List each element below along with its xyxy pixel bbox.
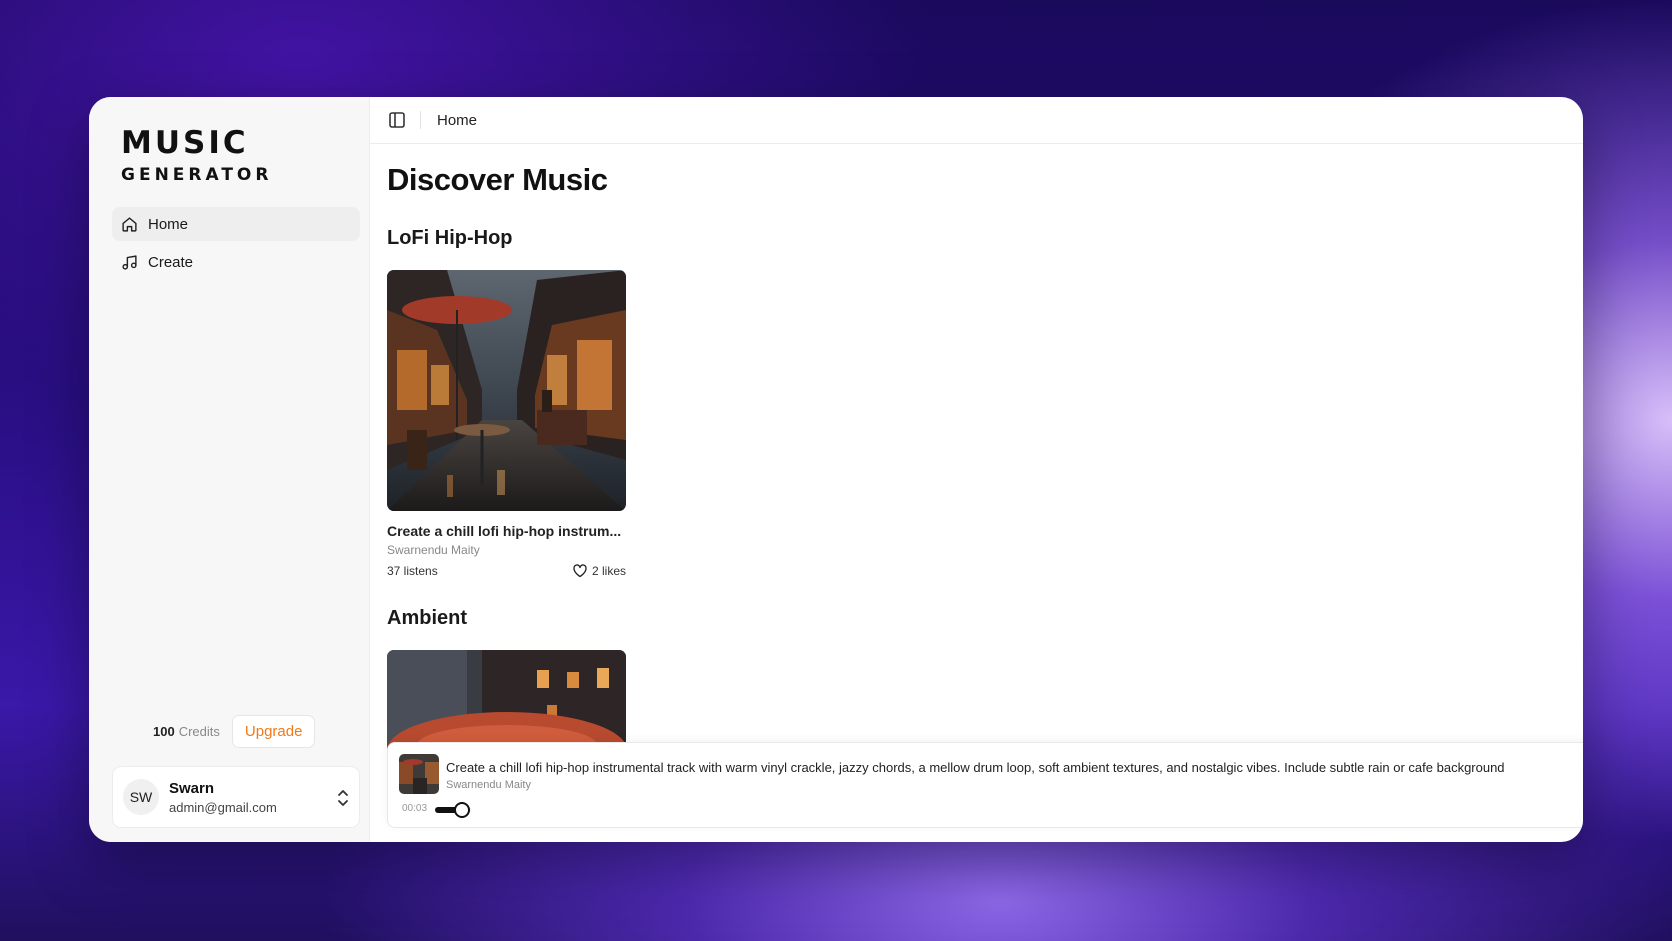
player-current-time: 00:03	[402, 803, 428, 814]
main-content: Home Discover Music LoFi Hip-Hop Create …	[370, 97, 1583, 842]
track-artist: Swarnendu Maity	[387, 543, 480, 557]
breadcrumb: Home	[437, 111, 478, 129]
sidebar-item-create[interactable]: Create	[112, 245, 360, 279]
credits-value: 100	[153, 724, 175, 739]
track-cover-image[interactable]	[387, 270, 626, 511]
sidebar-item-label: Home	[148, 215, 189, 233]
track-meta: 37 listens 2 likes	[387, 563, 626, 578]
credits-row: 100 Credits Upgrade	[153, 715, 316, 748]
track-title[interactable]: Create a chill lofi hip-hop instrum...	[387, 523, 626, 539]
home-icon	[122, 216, 137, 232]
sidebar-item-label: Create	[148, 253, 194, 271]
sidebar-toggle-icon[interactable]	[388, 111, 406, 129]
app-window: MUSIC GENERATOR Home Create 100 Credits …	[89, 97, 1583, 842]
avatar: SW	[123, 779, 159, 815]
user-info: Swarn admin@gmail.com	[169, 780, 277, 815]
sidebar-nav: Home Create	[112, 207, 360, 283]
user-name: Swarn	[169, 779, 215, 797]
logo-line-2: GENERATOR	[121, 165, 273, 185]
player-track-title: Create a chill lofi hip-hop instrumental…	[446, 760, 1505, 775]
app-logo[interactable]: MUSIC GENERATOR	[121, 125, 272, 187]
chevron-up-down-icon	[338, 790, 348, 806]
like-count: 2 likes	[591, 563, 626, 578]
user-email: admin@gmail.com	[169, 799, 277, 815]
track-cover-image[interactable]	[387, 650, 626, 750]
user-menu[interactable]: SW Swarn admin@gmail.com	[112, 766, 360, 828]
like-button[interactable]: 2 likes	[572, 563, 626, 578]
heart-icon	[573, 564, 587, 578]
upgrade-button[interactable]: Upgrade	[231, 715, 316, 748]
music-note-icon	[122, 254, 137, 270]
player-thumbnail	[399, 754, 439, 794]
divider	[420, 111, 421, 129]
logo-line-1: MUSIC	[121, 125, 249, 161]
cafe-street-artwork	[387, 270, 626, 511]
page-title: Discover Music	[387, 162, 608, 197]
track-card[interactable]: Create a chill lofi hip-hop instrum... S…	[387, 270, 626, 578]
ambient-artwork	[387, 650, 626, 750]
progress-handle[interactable]	[454, 802, 470, 818]
credits-label: Credits	[178, 724, 220, 739]
listen-count: 37 listens	[387, 563, 438, 578]
player-track-artist: Swarnendu Maity	[446, 779, 531, 791]
music-player: Create a chill lofi hip-hop instrumental…	[387, 742, 1583, 828]
top-bar: Home	[370, 97, 1583, 144]
section-title-lofi: LoFi Hip-Hop	[387, 227, 513, 249]
progress-slider[interactable]	[435, 802, 471, 818]
sidebar-item-home[interactable]: Home	[112, 207, 360, 241]
section-title-ambient: Ambient	[387, 607, 467, 629]
sidebar: MUSIC GENERATOR Home Create 100 Credits …	[89, 97, 370, 842]
